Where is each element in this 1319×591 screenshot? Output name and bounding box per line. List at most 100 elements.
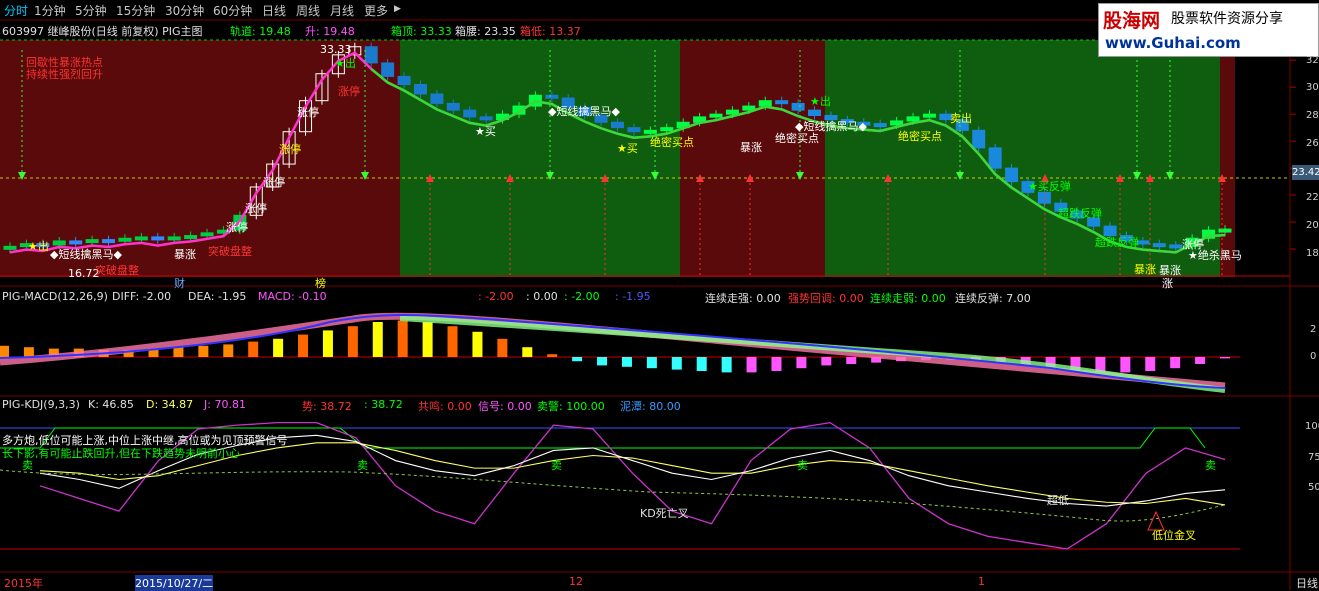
macd-bar: [721, 357, 732, 373]
macd-bar: [23, 347, 34, 357]
signal-label: 涨停: [263, 176, 285, 189]
macd-bar: [1145, 357, 1156, 371]
price-axis: [1290, 59, 1296, 250]
logo-tagline: 股票软件资源分享: [1171, 11, 1283, 27]
signal-label: ★出: [28, 240, 49, 253]
candle: [1169, 244, 1183, 249]
kdj-header-sell-alert: 卖警: 100.00: [537, 400, 605, 413]
macd-bar: [1220, 357, 1230, 359]
kdj-header-d: D: 34.87: [146, 398, 194, 411]
macd-bar: [322, 330, 333, 357]
kdj-sell-label: 卖: [797, 459, 808, 472]
candle: [1218, 228, 1232, 233]
macd-bar: [771, 357, 782, 371]
macd-bar: [372, 322, 383, 357]
kdj-golden-cross-label: 低位金叉: [1152, 529, 1196, 542]
signal-label: 涨停: [297, 106, 319, 119]
signal-label: 涨停: [226, 221, 248, 234]
candle: [134, 236, 148, 241]
signal-label: ★买反弹: [1028, 180, 1071, 193]
macd-bar: [1170, 357, 1181, 369]
signal-label: 暴涨: [1134, 263, 1156, 276]
macd-bar: [547, 354, 558, 357]
macd-diff-line: [0, 314, 1226, 389]
signal-label: 涨停: [279, 143, 301, 156]
macd-bar: [248, 341, 259, 357]
macd-bar: [1120, 357, 1131, 373]
macd-header-pullback: 强势回调: 0.00: [788, 292, 864, 305]
candle: [988, 147, 1002, 169]
signal-label: ★出: [810, 95, 831, 108]
signal-label: 涨停: [338, 85, 360, 98]
kdj-oversold-label: 超低: [1047, 494, 1069, 507]
signal-label: 突破盘整: [208, 245, 252, 258]
price-tick: 30: [1306, 82, 1319, 93]
macd-bar: [821, 357, 832, 366]
candle: [151, 236, 165, 241]
candle: [611, 121, 624, 129]
candle: [775, 100, 789, 105]
macd-header-dea: DEA: -1.95: [188, 290, 247, 303]
candle: [808, 109, 822, 117]
main-header-track: 轨道: 19.48: [230, 25, 291, 38]
macd-header-v3: : -2.00: [564, 290, 600, 303]
candle: [3, 245, 17, 250]
macd-bar: [846, 357, 857, 364]
price-tick: 22: [1306, 192, 1319, 203]
macd-header-v1: : -2.00: [478, 290, 514, 303]
macd-header-title: PIG-MACD(12,26,9): [2, 290, 108, 303]
macd-header-macd: MACD: -0.10: [258, 290, 327, 303]
signal-label: ◆短线擒黑马◆: [548, 105, 620, 118]
macd-bar: [447, 326, 458, 357]
macd-bar: [422, 322, 433, 357]
main-header-box-low: 箱低: 13.37: [520, 25, 581, 38]
kdj-death-cross-label: KD死亡叉: [640, 507, 689, 520]
price-tick: 26: [1306, 138, 1319, 149]
main-header-rise: 升: 19.48: [305, 25, 355, 38]
signal-label: 卖出: [950, 112, 972, 125]
macd-bar: [198, 345, 209, 357]
macd-axis-tick: 2: [1310, 324, 1317, 335]
macd-bar: [746, 357, 757, 373]
macd-bar: [497, 338, 508, 357]
main-header-box-top: 箱顶: 33.33: [391, 25, 452, 38]
candle: [118, 237, 132, 242]
macd-bar: [173, 347, 184, 357]
candle: [85, 239, 99, 244]
kdj-trend-dashed: [0, 469, 1226, 522]
macd-bar: [273, 338, 284, 357]
signal-label: 涨停: [1182, 238, 1204, 251]
kdj-sell-label: 卖: [357, 459, 368, 472]
guhai-logo: 股海网 股票软件资源分享 www.Guhai.com: [1098, 3, 1319, 57]
signal-label: 超跌反弹: [1058, 207, 1102, 220]
signal-label: 暴涨: [740, 141, 762, 154]
macd-bar: [646, 357, 657, 369]
candle: [791, 102, 805, 111]
time-axis-cursor-label: 2015/10/27/二: [135, 575, 214, 591]
candle: [430, 93, 444, 104]
kdj-header-resonance: 共鸣: 0.00: [418, 400, 472, 413]
candle: [758, 100, 772, 107]
macd-bar: [696, 357, 707, 371]
candle: [890, 120, 904, 126]
macd-bar: [621, 357, 632, 367]
signal-label: 财: [174, 277, 185, 290]
candle: [545, 94, 559, 99]
macd-axis-tick: 0: [1310, 351, 1317, 362]
signal-label: 涨停: [245, 202, 267, 215]
kdj-header-mud: 泥潭: 80.00: [620, 400, 681, 413]
price-tick: 20: [1306, 220, 1319, 231]
kdj-sell-label: 卖: [551, 459, 562, 472]
signal-label: ★出: [335, 57, 356, 70]
signal-label: 绝密买点: [898, 130, 942, 143]
signal-label: 暴涨: [174, 248, 196, 261]
macd-dea-band: [0, 312, 1226, 390]
time-axis-label: 2015年: [4, 577, 43, 590]
macd-bar: [223, 344, 234, 357]
candle: [922, 113, 936, 118]
main-header-stock: 603997 继峰股份(日线 前复权) PIG主图: [2, 25, 203, 38]
kdj-axis-tick: 100: [1305, 421, 1319, 432]
candle: [906, 116, 920, 122]
macd-bar: [671, 357, 682, 370]
candle: [1005, 167, 1019, 183]
